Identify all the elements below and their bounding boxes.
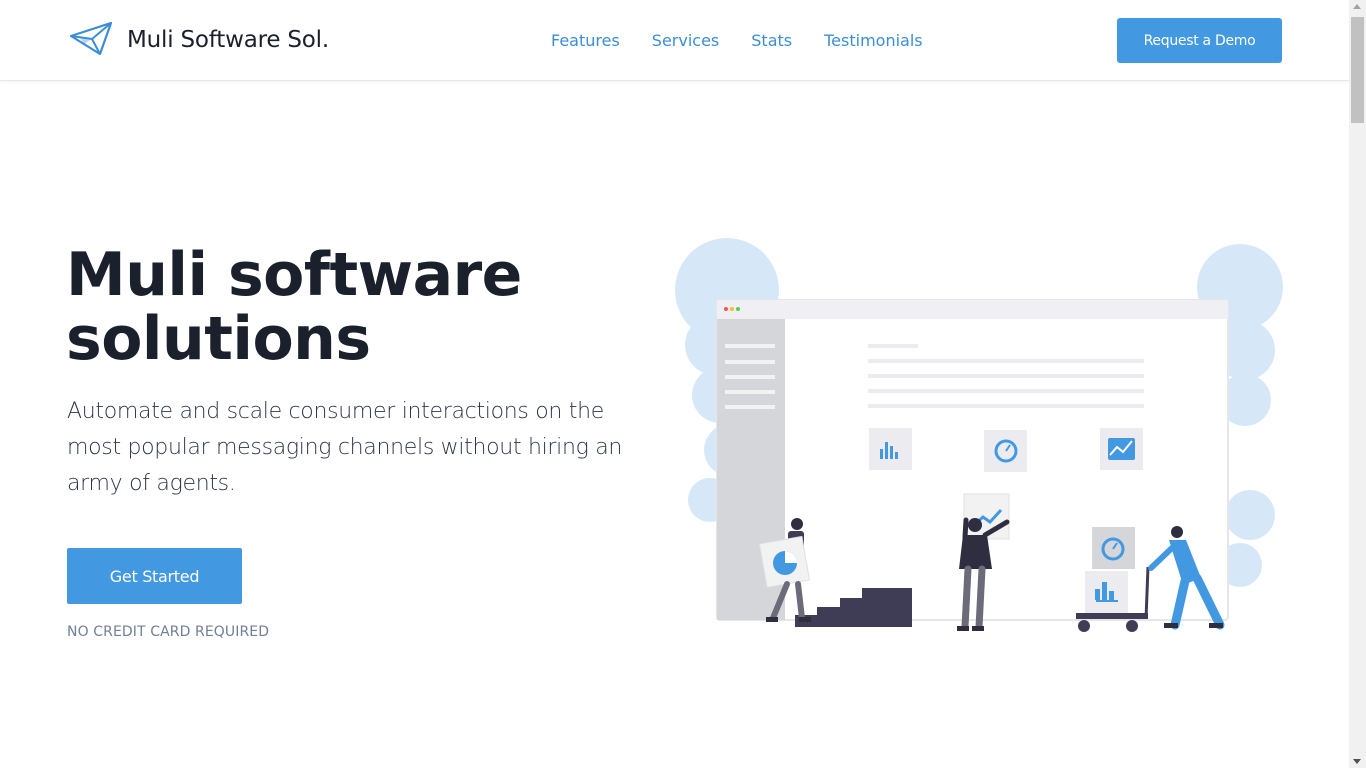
vertical-scrollbar[interactable]	[1349, 0, 1366, 768]
no-credit-card-note: NO CREDIT CARD REQUIRED	[67, 624, 270, 640]
scrollbar-thumb[interactable]	[1351, 17, 1364, 123]
request-demo-button[interactable]: Request a Demo	[1117, 18, 1282, 63]
dashboard-team-illustration	[675, 238, 1283, 632]
nav-link-services[interactable]: Services	[652, 31, 719, 50]
nav-link-features[interactable]: Features	[551, 31, 620, 50]
nav-link-stats[interactable]: Stats	[751, 31, 792, 50]
paper-plane-icon[interactable]	[70, 22, 112, 56]
get-started-button[interactable]: Get Started	[67, 548, 242, 604]
hero-title: Muli software solutions	[66, 243, 626, 371]
scroll-up-arrow-icon[interactable]	[1353, 4, 1361, 9]
scroll-down-arrow-icon[interactable]	[1353, 759, 1361, 764]
site-header: Muli Software Sol. Features Services Sta…	[0, 0, 1349, 81]
hero-subtitle: Automate and scale consumer interactions…	[67, 399, 623, 496]
hero-title-line-1: Muli software	[66, 240, 522, 310]
brand-name[interactable]: Muli Software Sol.	[127, 27, 329, 53]
hero-title-line-2: solutions	[66, 304, 371, 374]
main-nav: Features Services Stats Testimonials	[551, 31, 955, 50]
nav-link-testimonials[interactable]: Testimonials	[824, 31, 923, 50]
